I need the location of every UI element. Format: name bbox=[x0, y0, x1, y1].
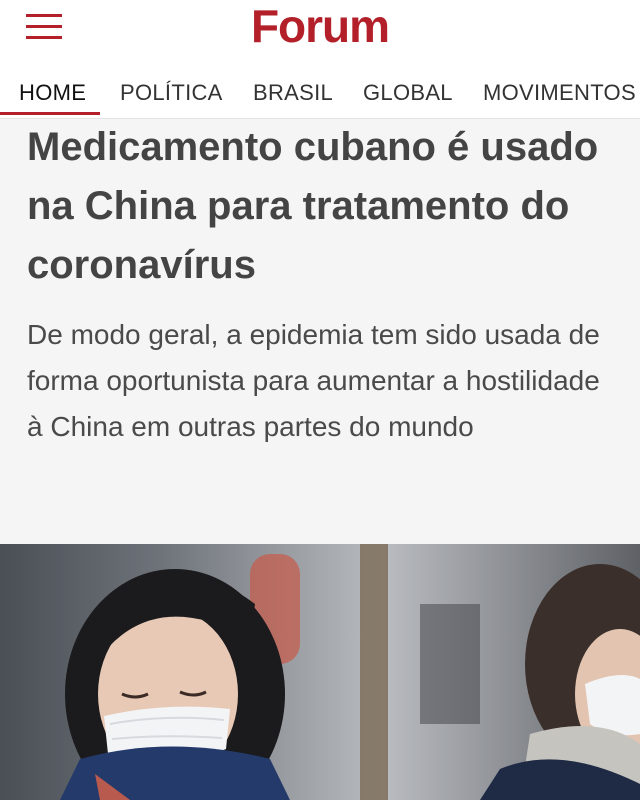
nav-item-politica[interactable]: POLÍTICA bbox=[120, 80, 223, 106]
site-logo[interactable]: Forum bbox=[0, 0, 640, 52]
nav-item-home[interactable]: HOME bbox=[19, 80, 86, 106]
section-nav: HOME POLÍTICA BRASIL GLOBAL MOVIMENTOS bbox=[0, 72, 640, 119]
article-photo[interactable] bbox=[0, 544, 640, 800]
article-headline: Medicamento cubano é usado na China para… bbox=[27, 125, 599, 287]
article-subtitle: De modo geral, a epidemia tem sido usada… bbox=[27, 319, 600, 442]
nav-item-brasil[interactable]: BRASIL bbox=[253, 80, 333, 106]
nav-item-global[interactable]: GLOBAL bbox=[363, 80, 453, 106]
active-tab-indicator bbox=[0, 112, 100, 115]
nav-item-movimentos[interactable]: MOVIMENTOS bbox=[483, 80, 636, 106]
top-header: Forum bbox=[0, 0, 640, 72]
photo-illustration bbox=[60, 544, 640, 800]
